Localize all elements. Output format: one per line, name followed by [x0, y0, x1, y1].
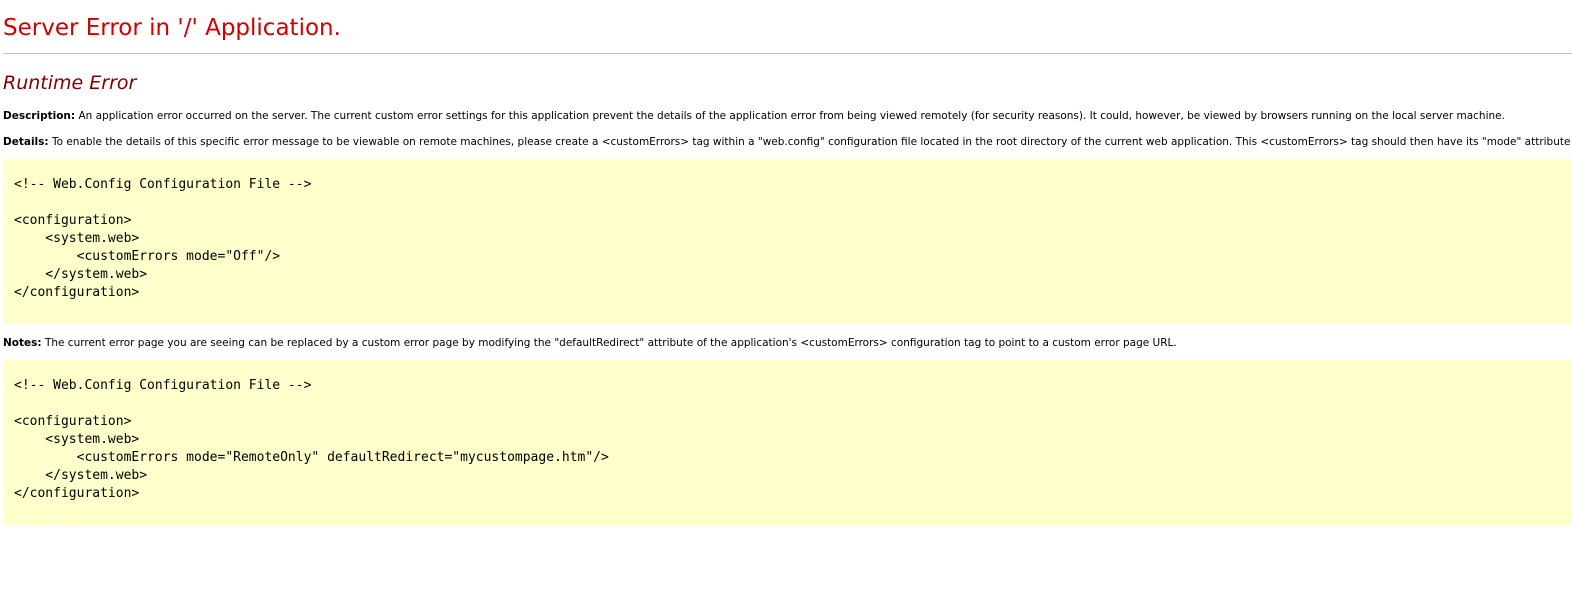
notes-label: Notes:: [3, 337, 42, 349]
error-page: Server Error in '/' Application. Runtime…: [0, 0, 1572, 525]
page-title: Server Error in '/' Application.: [3, 15, 341, 41]
description-label: Description:: [3, 110, 76, 122]
notes-text: The current error page you are seeing ca…: [44, 337, 1177, 349]
config-code-block-off: <!-- Web.Config Configuration File --> <…: [3, 159, 1572, 324]
details-text: To enable the details of this specific e…: [51, 136, 1572, 148]
details-paragraph: Details: To enable the details of this s…: [3, 135, 1572, 149]
description-paragraph: Description: An application error occurr…: [3, 109, 1572, 123]
details-label: Details:: [3, 136, 49, 148]
config-code-text-remoteonly: <!-- Web.Config Configuration File --> <…: [14, 378, 609, 501]
error-subtitle: Runtime Error: [3, 72, 137, 94]
config-code-text-off: <!-- Web.Config Configuration File --> <…: [14, 177, 312, 300]
notes-paragraph: Notes: The current error page you are se…: [3, 336, 1572, 350]
config-code-block-remoteonly: <!-- Web.Config Configuration File --> <…: [3, 360, 1572, 525]
description-text: An application error occurred on the ser…: [78, 110, 1505, 122]
